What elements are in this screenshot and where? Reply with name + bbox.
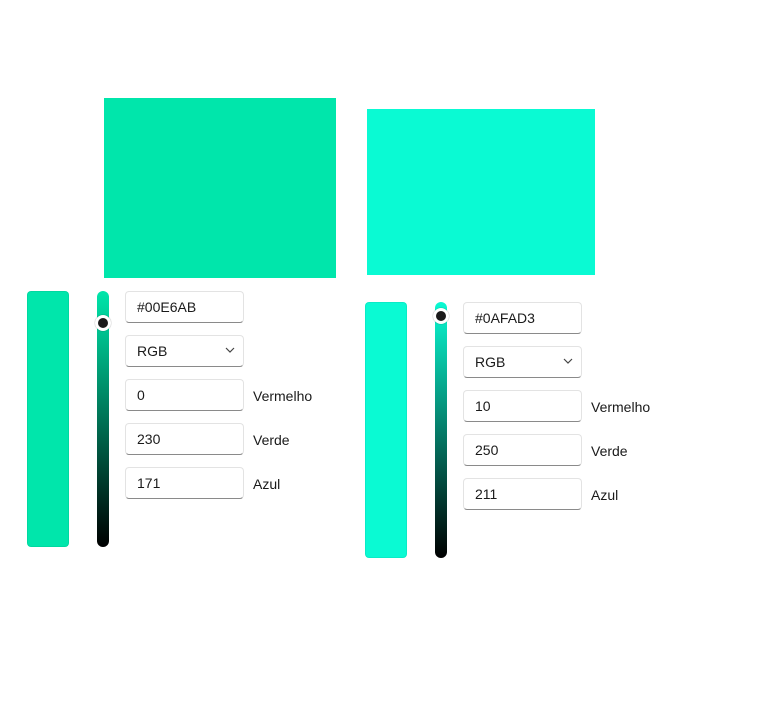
red-label-1: Vermelho [253,388,313,404]
red-label-2: Vermelho [591,399,651,415]
green-input-2[interactable]: 250 [463,434,582,466]
color-model-dropdown-1[interactable]: RGB [125,335,244,367]
color-preview-1 [27,291,69,547]
blue-label-1: Azul [253,476,281,492]
green-input-1[interactable]: 230 [125,423,244,455]
blue-input-1[interactable]: 171 [125,467,244,499]
hex-input-1[interactable]: #00E6AB [125,291,244,323]
color-model-value-2: RGB [475,354,506,370]
color-model-dropdown-2[interactable]: RGB [463,346,582,378]
chevron-down-icon [563,358,573,366]
chevron-down-icon [225,347,235,355]
hex-input-2[interactable]: #0AFAD3 [463,302,582,334]
value-slider-1[interactable] [95,291,111,547]
value-slider-thumb-1[interactable] [95,315,111,331]
color-spectrum-1[interactable] [104,98,336,278]
green-label-2: Verde [591,443,628,459]
blue-label-2: Azul [591,487,619,503]
red-input-1[interactable]: 0 [125,379,244,411]
green-label-1: Verde [253,432,290,448]
color-spectrum-2[interactable] [367,109,595,275]
value-slider-thumb-2[interactable] [433,308,449,324]
color-preview-2 [365,302,407,558]
red-input-2[interactable]: 10 [463,390,582,422]
blue-input-2[interactable]: 211 [463,478,582,510]
color-model-value-1: RGB [137,343,168,359]
value-slider-2[interactable] [433,302,449,558]
